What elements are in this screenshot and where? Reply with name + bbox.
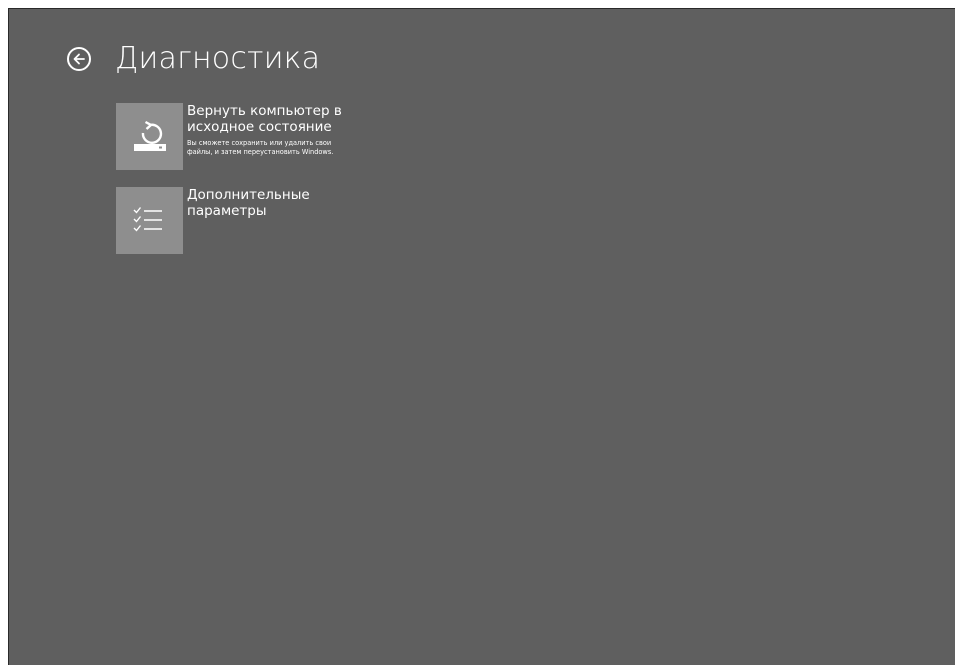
- reset-pc-text: Вернуть компьютер в исходное состояние В…: [187, 103, 347, 157]
- reset-pc-title: Вернуть компьютер в исходное состояние: [187, 103, 342, 135]
- advanced-options-tile[interactable]: [116, 187, 183, 254]
- reset-pc-description: Вы сможете сохранить или удалить свои фа…: [187, 139, 334, 156]
- recovery-screen: Диагностика Вернуть компьютер в исходное…: [8, 8, 955, 665]
- page-title: Диагностика: [115, 41, 321, 76]
- advanced-options-option[interactable]: Дополнительные параметры: [116, 187, 347, 254]
- reset-pc-tile[interactable]: [116, 103, 183, 170]
- checklist-icon: [133, 206, 162, 232]
- advanced-options-text: Дополнительные параметры: [187, 187, 347, 219]
- back-arrow-icon: [73, 53, 85, 65]
- reset-pc-option[interactable]: Вернуть компьютер в исходное состояние В…: [116, 103, 347, 170]
- reset-pc-icon: [133, 120, 166, 151]
- back-button[interactable]: [67, 47, 91, 71]
- header: Диагностика: [67, 39, 320, 79]
- advanced-options-title: Дополнительные параметры: [187, 187, 310, 219]
